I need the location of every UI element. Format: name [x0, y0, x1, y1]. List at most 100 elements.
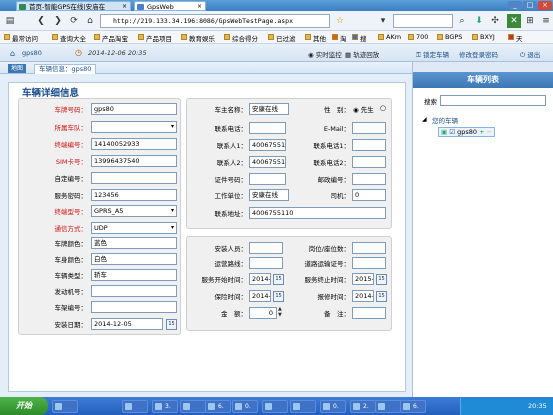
bookmark-item[interactable]: 综合得分 — [224, 33, 258, 43]
taskbar-item[interactable] — [262, 400, 288, 413]
dropdown-icon[interactable]: ▾ — [376, 14, 390, 28]
close-button[interactable]: × — [538, 1, 552, 10]
address-bar[interactable]: http://219.133.34.196:8086/GpsWebTestPag… — [100, 14, 330, 28]
close-tab-icon[interactable]: × — [197, 2, 202, 10]
vehicle-field-select[interactable] — [91, 121, 177, 133]
vehicle-group[interactable]: 您的车辆 — [432, 115, 458, 125]
bookmark-item[interactable]: 天 — [508, 33, 523, 43]
maximize-button[interactable]: □ — [523, 1, 537, 10]
bookmark-item[interactable]: 最常访问 — [4, 33, 38, 43]
contact2-input[interactable]: 400675511 — [249, 156, 286, 168]
vehicle-search-input[interactable] — [440, 95, 546, 106]
vehicle-field-input[interactable]: 2014-12-05 — [91, 318, 163, 330]
minimize-button[interactable]: _ — [508, 1, 522, 10]
vehicle-field-input[interactable] — [91, 301, 177, 313]
amount-input[interactable]: 0 — [249, 307, 277, 319]
bookmark-item[interactable]: 教育娱乐 — [181, 33, 215, 43]
calendar-icon[interactable]: 15 — [273, 274, 284, 285]
bookmark-item[interactable]: 产品项目 — [138, 33, 172, 43]
vehicle-field-input[interactable]: 13996437540 — [91, 155, 177, 167]
service-end-input[interactable]: 2015-( — [352, 273, 374, 285]
home-icon[interactable]: ⌂ — [10, 49, 15, 58]
gender-female-radio[interactable]: ○ — [380, 104, 386, 112]
browser-tab-2[interactable]: GpsWeb × — [134, 1, 206, 11]
driver-input[interactable]: 0 — [352, 189, 386, 201]
lock-vehicle-button[interactable]: ⚿ 锁定车辆 — [416, 49, 449, 60]
vehicle-field-input[interactable]: 14140052933 — [91, 138, 177, 150]
download-icon[interactable]: ⬇ — [472, 14, 486, 28]
vehicle-field-select[interactable]: UDP — [91, 222, 177, 234]
route-input[interactable] — [249, 257, 283, 269]
address-input[interactable]: 4006755110 — [249, 207, 386, 219]
seats-input[interactable] — [352, 242, 386, 254]
taskbar-item[interactable]: 0. — [320, 400, 346, 413]
bookmark-item[interactable]: 其他 — [305, 33, 326, 43]
close-tab-icon[interactable]: × — [122, 2, 127, 10]
add-icon[interactable]: + — [479, 128, 484, 136]
search-input[interactable] — [393, 14, 453, 28]
vehicle-info-tab[interactable]: 车辆信息：gps80 — [34, 64, 97, 74]
taskbar-item[interactable] — [52, 400, 78, 413]
contact1-input[interactable]: 400675511 — [249, 139, 286, 151]
bookmark-item[interactable]: 已过滤 — [268, 33, 296, 43]
taskbar-item[interactable] — [180, 400, 206, 413]
tel1-input[interactable] — [352, 139, 386, 151]
service-start-input[interactable]: 2014-1 — [249, 273, 271, 285]
vehicle-field-input[interactable] — [91, 285, 177, 297]
track-playback-button[interactable]: ▦ 轨迹回放 — [345, 49, 379, 59]
owner-name-input[interactable]: 安康在线 — [249, 103, 289, 115]
vehicle-field-input[interactable]: 蓝色 — [91, 237, 177, 249]
vehicle-item[interactable]: ▣ ☑ gps80 + − — [438, 127, 496, 137]
settings-icon[interactable]: ≡ — [539, 14, 553, 28]
logout-button[interactable]: ⏻ 退出 — [520, 49, 540, 60]
taskbar-item[interactable]: 6. — [205, 400, 231, 413]
realtime-monitor-button[interactable]: ◉ 实时监控 — [308, 49, 342, 59]
bookmark-item[interactable]: 淘 — [332, 33, 347, 43]
remove-icon[interactable]: − — [487, 128, 492, 136]
calendar-icon[interactable]: 15 — [376, 274, 387, 285]
vehicle-field-select[interactable]: GPRS_A5 — [91, 205, 177, 217]
taskbar-item[interactable] — [375, 400, 401, 413]
email-input[interactable] — [352, 122, 386, 134]
installer-input[interactable] — [249, 242, 283, 254]
change-password-button[interactable]: 修改登录密码 — [459, 49, 498, 59]
tree-toggle-icon[interactable]: ◢ — [422, 116, 427, 123]
tools-icon[interactable]: ✣ — [488, 14, 502, 28]
bookmark-item[interactable]: 搜 — [352, 33, 367, 43]
amount-spinner[interactable]: ▲ ▼ — [278, 306, 282, 318]
cert-input[interactable] — [249, 173, 286, 185]
remark-input[interactable] — [352, 307, 386, 319]
vehicle-field-input[interactable]: 轿车 — [91, 269, 177, 281]
permit-input[interactable] — [352, 257, 386, 269]
collapse-button[interactable] — [413, 62, 553, 72]
taskbar-item[interactable]: 3. — [152, 400, 178, 413]
tel2-input[interactable] — [352, 156, 386, 168]
taskbar-item[interactable] — [290, 400, 316, 413]
insurance-input[interactable]: 2014-1 — [249, 290, 271, 302]
browser-tab-1[interactable]: 首页-智能GPS在线|安庙在 × — [16, 1, 131, 11]
forward-icon[interactable]: ❯ — [51, 14, 65, 28]
vehicle-field-input[interactable]: 123456 — [91, 189, 177, 201]
close-icon[interactable]: ✕ — [507, 14, 521, 28]
calendar-icon[interactable]: 15 — [166, 319, 177, 330]
calendar-icon[interactable]: 15 — [273, 291, 284, 302]
bookmark-item[interactable]: BGPS — [437, 33, 462, 41]
start-button[interactable]: 开始 — [0, 397, 48, 415]
bookmark-item[interactable]: 700 — [408, 33, 428, 41]
menu-icon[interactable]: ▤ — [3, 14, 17, 28]
repair-input[interactable]: 2014-1 — [352, 290, 374, 302]
back-icon[interactable]: ❮ — [34, 14, 48, 28]
vehicle-field-input[interactable]: 白色 — [91, 253, 177, 265]
extensions-icon[interactable]: ⊞ — [523, 14, 537, 28]
work-input[interactable]: 安康在线 — [249, 189, 289, 201]
map-tab[interactable]: 地图 — [8, 64, 27, 73]
zip-input[interactable] — [352, 173, 386, 185]
phone-input[interactable] — [249, 122, 286, 134]
taskbar-item[interactable]: 0. — [232, 400, 258, 413]
calendar-icon[interactable]: 15 — [376, 291, 387, 302]
bookmark-item[interactable]: 产品淘宝 — [94, 33, 128, 43]
taskbar-item[interactable]: 2. — [350, 400, 376, 413]
taskbar-item[interactable]: 6. — [400, 400, 426, 413]
vehicle-field-input[interactable]: gps80 — [91, 103, 177, 115]
bookmark-item[interactable]: AKm — [378, 33, 401, 41]
